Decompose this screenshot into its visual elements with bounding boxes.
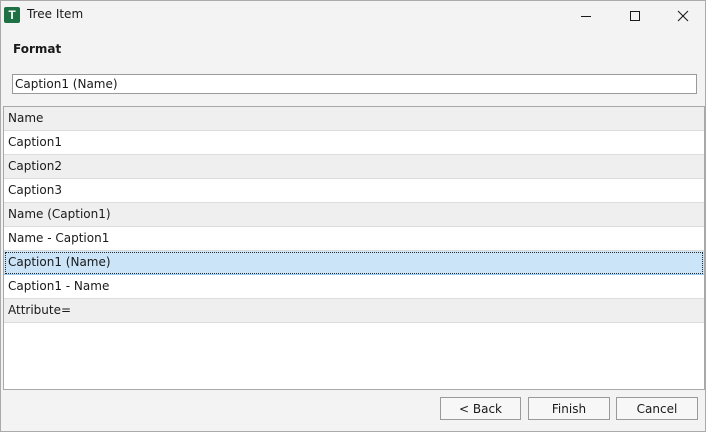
list-item[interactable]: Caption3: [4, 179, 704, 203]
list-item[interactable]: Caption2: [4, 155, 704, 179]
app-icon: T: [4, 7, 20, 23]
title-bar[interactable]: T Tree Item: [1, 1, 705, 31]
finish-button[interactable]: Finish: [528, 397, 610, 420]
list-item[interactable]: Name - Caption1: [4, 227, 704, 251]
maximize-button[interactable]: [612, 1, 658, 31]
maximize-icon: [630, 11, 640, 21]
list-item[interactable]: Attribute=: [4, 299, 704, 323]
minimize-button[interactable]: [563, 1, 609, 31]
format-input[interactable]: [13, 75, 696, 93]
list-item[interactable]: Caption1: [4, 131, 704, 155]
close-button[interactable]: [660, 1, 706, 31]
format-field[interactable]: [12, 74, 697, 94]
list-item[interactable]: Caption1 - Name: [4, 275, 704, 299]
close-icon: [677, 10, 689, 22]
dialog-window: T Tree Item Format Name Caption1 Caption…: [0, 0, 706, 432]
list-item[interactable]: Name (Caption1): [4, 203, 704, 227]
list-item-selected[interactable]: Caption1 (Name): [4, 251, 704, 275]
window-title: Tree Item: [27, 7, 84, 21]
format-options-list[interactable]: Name Caption1 Caption2 Caption3 Name (Ca…: [3, 106, 705, 390]
cancel-button[interactable]: Cancel: [616, 397, 698, 420]
minimize-icon: [581, 16, 591, 17]
list-item[interactable]: Name: [4, 107, 704, 131]
back-button[interactable]: < Back: [440, 397, 521, 420]
format-label: Format: [13, 42, 62, 56]
